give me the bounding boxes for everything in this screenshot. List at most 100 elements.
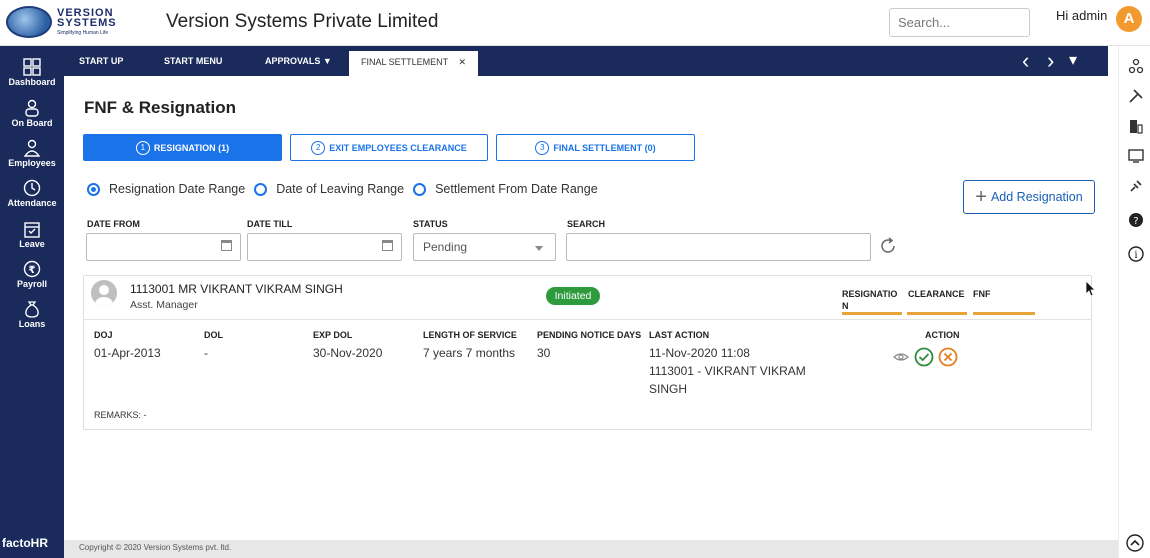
tab-start-menu[interactable]: START MENU — [164, 46, 222, 76]
tab-prev-icon[interactable]: ‹ — [1022, 46, 1029, 76]
tab-menu-icon[interactable]: ▾ — [1069, 46, 1077, 76]
step-label: EXIT EMPLOYEES CLEARANCE — [329, 142, 467, 153]
view-eye-icon[interactable] — [893, 349, 909, 365]
status-value: Pending — [423, 240, 468, 254]
sidebar-item-employees[interactable]: Employees — [0, 139, 64, 168]
clock-icon — [23, 179, 41, 197]
add-resignation-button[interactable]: + Add Resignation — [963, 180, 1095, 214]
scroll-top-icon[interactable] — [1126, 534, 1144, 552]
radio-label[interactable]: Date of Leaving Range — [276, 182, 404, 196]
card-divider — [83, 319, 1092, 320]
right-toolbar: ? i — [1118, 46, 1150, 558]
user-greeting[interactable]: Hi admin — [1056, 8, 1107, 23]
svg-text:₹: ₹ — [29, 265, 36, 276]
status-label: STATUS — [413, 219, 448, 229]
sidebar-item-loans[interactable]: Loans — [0, 300, 64, 329]
tab-label: FINAL SETTLEMENT — [361, 57, 449, 67]
info-icon[interactable]: i — [1128, 246, 1144, 262]
step-label: FINAL SETTLEMENT (0) — [553, 142, 656, 153]
status-badge: Initiated — [546, 287, 600, 305]
org-chart-icon[interactable] — [1128, 58, 1144, 74]
dashboard-icon — [23, 58, 41, 76]
tab-final-settlement[interactable]: FINAL SETTLEMENT ✕ — [349, 51, 479, 76]
sidebar-label: Attendance — [7, 198, 57, 208]
date-from-input[interactable] — [86, 233, 241, 261]
plug-icon[interactable] — [1128, 178, 1144, 194]
last-action-line2: 1113001 - VIKRANT VIKRAM — [649, 364, 806, 378]
radio-label[interactable]: Resignation Date Range — [109, 182, 245, 196]
plus-icon: + — [975, 185, 987, 208]
radio-date-of-leaving[interactable] — [254, 182, 268, 196]
logo-text: VERSION SYSTEMS — [57, 8, 117, 29]
app-title: Version Systems Private Limited — [166, 11, 439, 32]
employees-icon — [23, 139, 41, 157]
tab-bar: START UP START MENU APPROVALS ▼ FINAL SE… — [64, 46, 1108, 76]
page-title: FNF & Resignation — [84, 98, 237, 117]
exp-dol-value: 30-Nov-2020 — [313, 346, 383, 360]
employee-role: Asst. Manager — [130, 299, 198, 311]
dol-label: DOL — [204, 330, 223, 340]
doj-value: 01-Apr-2013 — [94, 346, 161, 360]
sidebar-label: On Board — [11, 118, 53, 128]
footer-copyright: Copyright © 2020 Version Systems pvt. lt… — [64, 540, 1118, 558]
reject-cross-icon[interactable] — [938, 347, 958, 367]
search-input[interactable]: Search... — [889, 8, 1030, 37]
logo-tagline: Simplifying Human Life — [57, 30, 109, 36]
tab-close-icon[interactable]: ✕ — [459, 57, 467, 67]
sidebar-item-attendance[interactable]: Attendance — [0, 179, 64, 208]
step-exit-clearance[interactable]: 2 EXIT EMPLOYEES CLEARANCE — [290, 134, 488, 161]
last-action-line1: 11-Nov-2020 11:08 — [649, 346, 750, 360]
search-field[interactable] — [566, 233, 871, 261]
sidebar-item-onboard[interactable]: On Board — [0, 99, 64, 128]
refresh-icon[interactable] — [878, 236, 898, 256]
date-till-input[interactable] — [247, 233, 402, 261]
pending-notice-days-value: 30 — [537, 346, 551, 360]
approve-check-icon[interactable] — [914, 347, 934, 367]
svg-text:i: i — [1134, 250, 1137, 261]
tab-next-icon[interactable]: › — [1047, 46, 1054, 76]
step-label: RESIGNATION (1) — [153, 142, 230, 153]
date-from-label: DATE FROM — [87, 219, 140, 229]
status-select[interactable]: Pending — [413, 233, 556, 261]
help-icon[interactable]: ? — [1128, 212, 1144, 228]
col-clearance: CLEARANCE — [908, 289, 965, 299]
sidebar-label: Leave — [19, 239, 45, 249]
calendar-icon[interactable] — [382, 240, 393, 251]
action-label: ACTION — [925, 330, 960, 340]
sidebar-label: Loans — [18, 319, 46, 329]
dol-value: - — [204, 346, 208, 360]
last-action-line3: SINGH — [649, 382, 688, 396]
date-range-radios: Resignation Date Range Date of Leaving R… — [87, 182, 598, 196]
factohr-logo: factoHR — [0, 532, 64, 558]
radio-resignation-date[interactable] — [87, 182, 100, 196]
sidebar-item-dashboard[interactable]: Dashboard — [0, 58, 64, 87]
company-logo-icon[interactable] — [6, 6, 52, 38]
tools-icon[interactable] — [1128, 88, 1144, 104]
step-final-settlement[interactable]: 3 FINAL SETTLEMENT (0) — [496, 134, 695, 161]
doj-label: DOJ — [94, 330, 113, 340]
sidebar-label: Employees — [8, 158, 56, 168]
length-of-service-value: 7 years 7 months — [423, 346, 516, 360]
last-action-value: 11-Nov-2020 11:08 1113001 - VIKRANT VIKR… — [649, 344, 819, 398]
clearance-progress-bar — [907, 312, 967, 315]
exp-dol-label: EXP DOL — [313, 330, 353, 340]
radio-settlement-date[interactable] — [413, 182, 427, 196]
monitor-icon[interactable] — [1128, 148, 1144, 164]
step-number: 2 — [311, 140, 326, 155]
date-till-label: DATE TILL — [247, 219, 293, 229]
sidebar-item-leave[interactable]: Leave — [0, 220, 64, 249]
sidebar-label: Payroll — [16, 279, 47, 289]
employee-name: 1113001 MR VIKRANT VIKRAM SINGH — [130, 282, 343, 296]
left-sidebar: Dashboard On Board Employees Attendance … — [0, 46, 64, 558]
sidebar-item-payroll[interactable]: ₹ Payroll — [0, 260, 64, 289]
tab-approvals[interactable]: APPROVALS ▼ — [265, 46, 332, 76]
building-icon[interactable] — [1128, 118, 1144, 134]
search-label: SEARCH — [567, 219, 606, 229]
last-action-label: LAST ACTION — [649, 330, 710, 340]
radio-label[interactable]: Settlement From Date Range — [435, 182, 598, 196]
calendar-icon[interactable] — [221, 240, 232, 251]
user-avatar[interactable]: A — [1116, 6, 1142, 32]
step-resignation[interactable]: 1 RESIGNATION (1) — [83, 134, 282, 161]
tab-start-up[interactable]: START UP — [79, 46, 123, 76]
mouse-cursor-icon — [1085, 280, 1096, 297]
